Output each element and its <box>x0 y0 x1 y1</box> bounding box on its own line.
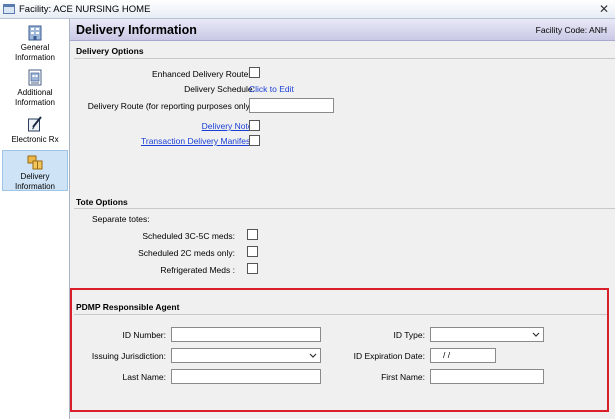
enhanced-routes-checkbox[interactable] <box>249 67 260 78</box>
id-expiration-date-label: ID Expiration Date: <box>353 351 425 361</box>
issuing-jurisdiction-label: Issuing Jurisdiction: <box>91 351 166 361</box>
sidebar-item-label: Additional <box>17 88 53 97</box>
id-type-label: ID Type: <box>393 330 426 340</box>
facility-code-label: Facility Code: <box>535 25 588 35</box>
window-title: Facility: ACE NURSING HOME <box>19 4 151 15</box>
pdmp-title: PDMP Responsible Agent <box>76 302 180 312</box>
sidebar-item-label: Information <box>14 52 56 62</box>
separate-totes-label: Separate totes: <box>92 214 150 224</box>
sidebar-item-label: Information <box>14 97 56 107</box>
chevron-down-icon <box>309 353 317 358</box>
sidebar-nav: General Information Additional Informati… <box>0 19 70 419</box>
delivery-note-link[interactable]: Delivery Note: <box>202 121 255 131</box>
facility-code-value: ANH <box>589 25 607 35</box>
delivery-note-checkbox[interactable] <box>249 120 260 131</box>
delivery-boxes-icon <box>27 155 43 170</box>
close-icon[interactable]: ✕ <box>596 2 612 16</box>
scheduled-3c5c-label: Scheduled 3C-5C meds: <box>142 231 235 241</box>
sidebar-item-electronic-rx[interactable]: Electronic Rx <box>2 116 68 144</box>
last-name-input[interactable] <box>171 369 321 384</box>
transaction-manifest-checkbox[interactable] <box>249 135 260 146</box>
scheduled-2c-checkbox[interactable] <box>247 246 258 257</box>
refrigerated-meds-checkbox[interactable] <box>247 263 258 274</box>
page-title: Delivery Information <box>76 23 197 37</box>
issuing-jurisdiction-select[interactable] <box>171 348 321 363</box>
document-building-icon <box>28 69 42 86</box>
last-name-label: Last Name: <box>122 372 166 382</box>
delivery-route-input[interactable] <box>249 98 334 113</box>
delivery-route-label: Delivery Route (for reporting purposes o… <box>87 101 255 111</box>
sidebar-item-delivery-information[interactable]: Delivery Information <box>2 150 68 191</box>
delivery-options-title: Delivery Options <box>76 46 144 56</box>
transaction-manifest-link[interactable]: Transaction Delivery Manifest: <box>141 136 255 146</box>
sidebar-item-label: General <box>20 43 50 52</box>
first-name-input[interactable] <box>430 369 544 384</box>
facility-code: Facility Code: ANH <box>536 25 607 35</box>
id-expiration-date-input[interactable]: / / <box>430 348 496 363</box>
window-titlebar: Facility: ACE NURSING HOME ✕ <box>0 0 615 19</box>
main-panel: Delivery Information Facility Code: ANH … <box>70 19 615 419</box>
id-type-select[interactable] <box>430 327 544 342</box>
sidebar-item-additional-information[interactable]: Additional Information <box>2 69 68 109</box>
sidebar-item-general-information[interactable]: General Information <box>2 24 68 62</box>
section-divider <box>74 208 615 209</box>
scheduled-3c5c-checkbox[interactable] <box>247 229 258 240</box>
building-icon <box>28 25 42 41</box>
id-number-label: ID Number: <box>122 330 166 340</box>
first-name-label: First Name: <box>381 372 425 382</box>
page-header: Delivery Information Facility Code: ANH <box>70 19 615 41</box>
scheduled-2c-label: Scheduled 2C meds only: <box>138 248 235 258</box>
click-to-edit-link[interactable]: Click to Edit <box>249 84 294 94</box>
enhanced-routes-label: Enhanced Delivery Routes: <box>151 69 255 79</box>
sidebar-item-label: Information <box>14 181 56 191</box>
section-divider <box>74 314 607 315</box>
refrigerated-meds-label: Refrigerated Meds : <box>160 265 235 275</box>
pen-pad-icon <box>28 116 42 132</box>
sidebar-item-label: Delivery <box>20 172 50 181</box>
delivery-schedule-label: Delivery Schedule: <box>184 84 255 94</box>
chevron-down-icon <box>532 332 540 337</box>
sidebar-item-label: Electronic Rx <box>11 135 59 144</box>
app-window-icon <box>3 4 15 14</box>
id-number-input[interactable] <box>171 327 321 342</box>
tote-options-title: Tote Options <box>76 197 128 207</box>
section-divider <box>74 58 615 59</box>
